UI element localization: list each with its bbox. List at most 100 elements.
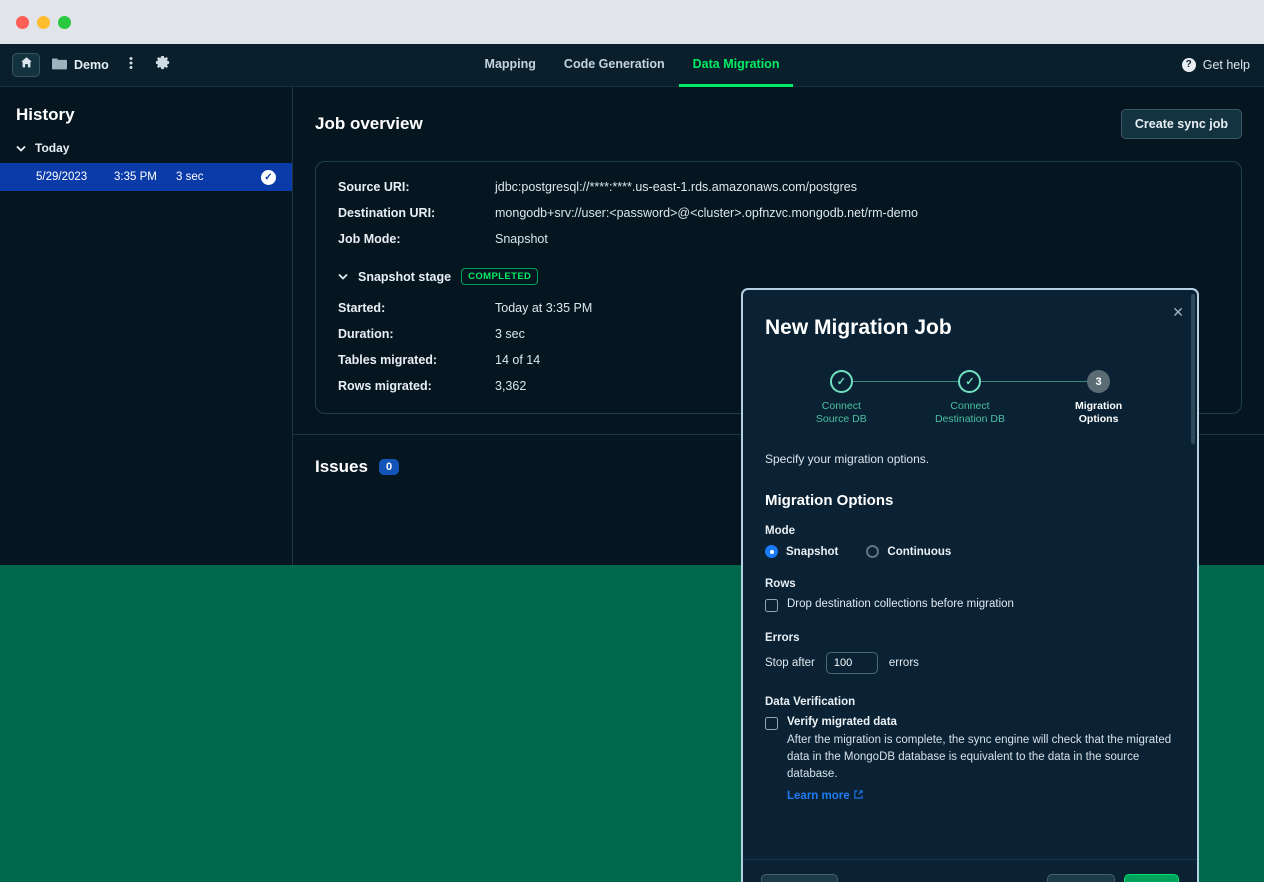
- step-label-line2: Source DB: [777, 413, 906, 426]
- topnav-tabs: Mapping Code Generation Data Migration: [0, 44, 1264, 86]
- get-help-label: Get help: [1203, 58, 1250, 72]
- breadcrumb-label: Demo: [74, 58, 109, 72]
- snapshot-stage-header[interactable]: Snapshot stage COMPLETED: [338, 268, 1219, 285]
- step-connect-source-db[interactable]: ✓ Connect Source DB: [777, 370, 906, 426]
- checkbox-icon[interactable]: [765, 717, 778, 730]
- window-maximize-button[interactable]: [58, 16, 71, 29]
- create-sync-job-button[interactable]: Create sync job: [1121, 109, 1242, 139]
- application-window: Demo Mapping Code Generation D: [0, 44, 1264, 565]
- history-row-duration: 3 sec: [176, 171, 261, 183]
- source-uri-row: Source URI: jdbc:postgresql://****:****.…: [338, 180, 1219, 194]
- history-sidebar: History Today 5/29/2023 3:35 PM 3 sec ✓: [0, 87, 293, 565]
- verify-migrated-data-block: Verify migrated data After the migration…: [765, 716, 1175, 804]
- step-label-line1: Connect: [777, 400, 906, 413]
- duration-label: Duration:: [338, 327, 495, 341]
- radio-option-snapshot[interactable]: Snapshot: [765, 545, 838, 558]
- question-circle-icon: ?: [1182, 58, 1196, 72]
- start-button[interactable]: Start: [1124, 874, 1179, 882]
- job-mode-value: Snapshot: [495, 232, 548, 246]
- modal-footer: Back Cancel Start: [743, 859, 1197, 882]
- drop-destination-collections-checkbox-row[interactable]: Drop destination collections before migr…: [765, 598, 1175, 612]
- source-uri-label: Source URI:: [338, 180, 495, 194]
- modal-scroll-area: New Migration Job ✓ Connect Source DB ✓ …: [743, 290, 1197, 859]
- started-value: Today at 3:35 PM: [495, 301, 592, 315]
- back-button[interactable]: Back: [761, 874, 838, 882]
- verify-checkbox-label: Verify migrated data: [787, 716, 1175, 728]
- settings-button[interactable]: [153, 54, 173, 76]
- learn-more-label: Learn more: [787, 790, 850, 802]
- gear-icon: [155, 55, 170, 75]
- stop-after-errors-row: Stop after errors: [765, 652, 1175, 674]
- home-icon: [20, 56, 33, 74]
- snapshot-stage-title: Snapshot stage: [358, 270, 451, 284]
- job-mode-label: Job Mode:: [338, 232, 495, 246]
- issues-count-badge: 0: [379, 459, 399, 475]
- checkbox-icon[interactable]: [765, 599, 778, 612]
- step-migration-options[interactable]: 3 Migration Options: [1034, 370, 1163, 426]
- window-close-button[interactable]: [16, 16, 29, 29]
- top-navigation-bar: Demo Mapping Code Generation D: [0, 44, 1264, 87]
- migration-stepper: ✓ Connect Source DB ✓ Connect Destinatio…: [777, 370, 1163, 426]
- mode-radio-group: Snapshot Continuous: [765, 545, 1175, 558]
- duration-value: 3 sec: [495, 327, 525, 341]
- page-title: Job overview: [315, 114, 423, 134]
- step-label-line1: Connect: [906, 400, 1035, 413]
- step-connect-destination-db[interactable]: ✓ Connect Destination DB: [906, 370, 1035, 426]
- stop-after-errors-input[interactable]: [826, 652, 878, 674]
- modal-scrollbar[interactable]: [1191, 294, 1195, 444]
- history-row-date: 5/29/2023: [36, 171, 114, 183]
- stop-after-suffix: errors: [889, 657, 919, 669]
- destination-uri-value: mongodb+srv://user:<password>@<cluster>.…: [495, 206, 918, 220]
- status-badge: COMPLETED: [461, 268, 538, 285]
- started-label: Started:: [338, 301, 495, 315]
- tables-migrated-value: 14 of 14: [495, 353, 540, 367]
- check-circle-icon: ✓: [261, 170, 276, 185]
- verify-description: After the migration is complete, the syn…: [787, 732, 1175, 782]
- migration-options-heading: Migration Options: [765, 492, 1175, 509]
- history-row-time: 3:35 PM: [114, 171, 176, 183]
- modal-title: New Migration Job: [765, 316, 1175, 340]
- sidebar-title: History: [0, 105, 292, 141]
- radio-option-continuous[interactable]: Continuous: [866, 545, 951, 558]
- cancel-button[interactable]: Cancel: [1047, 874, 1114, 882]
- breadcrumb[interactable]: Demo: [52, 57, 109, 73]
- rows-migrated-label: Rows migrated:: [338, 379, 495, 393]
- chevron-down-icon: [338, 271, 348, 283]
- tables-migrated-label: Tables migrated:: [338, 353, 495, 367]
- history-group-today[interactable]: Today: [0, 141, 292, 163]
- vertical-dots-icon: [129, 55, 133, 76]
- tab-data-migration[interactable]: Data Migration: [679, 44, 794, 87]
- external-link-icon: [854, 790, 863, 802]
- tab-code-generation[interactable]: Code Generation: [550, 44, 679, 87]
- issues-title: Issues: [315, 457, 368, 477]
- radio-label: Snapshot: [786, 546, 838, 558]
- window-minimize-button[interactable]: [37, 16, 50, 29]
- radio-icon-selected: [765, 545, 778, 558]
- footer-right-group: Cancel Start: [1047, 874, 1179, 882]
- chevron-down-icon: [16, 141, 26, 155]
- step-label: Connect Destination DB: [906, 400, 1035, 426]
- home-button[interactable]: [12, 53, 40, 77]
- rows-label: Rows: [765, 578, 1175, 590]
- step-connector: [970, 381, 1099, 382]
- tab-mapping[interactable]: Mapping: [471, 44, 550, 87]
- learn-more-link[interactable]: Learn more: [787, 790, 863, 802]
- new-migration-job-modal: ✕ New Migration Job ✓ Connect Source DB …: [741, 288, 1199, 882]
- history-group-label: Today: [35, 141, 69, 155]
- data-verification-label: Data Verification: [765, 696, 1175, 708]
- folder-icon: [52, 57, 67, 73]
- topnav-left-group: Demo: [0, 44, 173, 86]
- more-options-button[interactable]: [121, 54, 141, 76]
- step-label: Connect Source DB: [777, 400, 906, 426]
- modal-hint: Specify your migration options.: [765, 452, 1175, 466]
- job-mode-row: Job Mode: Snapshot: [338, 232, 1219, 246]
- rows-migrated-value: 3,362: [495, 379, 526, 393]
- step-connector: [841, 381, 970, 382]
- mode-label: Mode: [765, 525, 1175, 537]
- step-label-line1: Migration: [1034, 400, 1163, 413]
- history-row[interactable]: 5/29/2023 3:35 PM 3 sec ✓: [0, 163, 292, 191]
- step-number: 3: [1087, 370, 1110, 393]
- source-uri-value: jdbc:postgresql://****:****.us-east-1.rd…: [495, 180, 857, 194]
- get-help-button[interactable]: ? Get help: [1182, 44, 1250, 86]
- step-label-line2: Options: [1034, 413, 1163, 426]
